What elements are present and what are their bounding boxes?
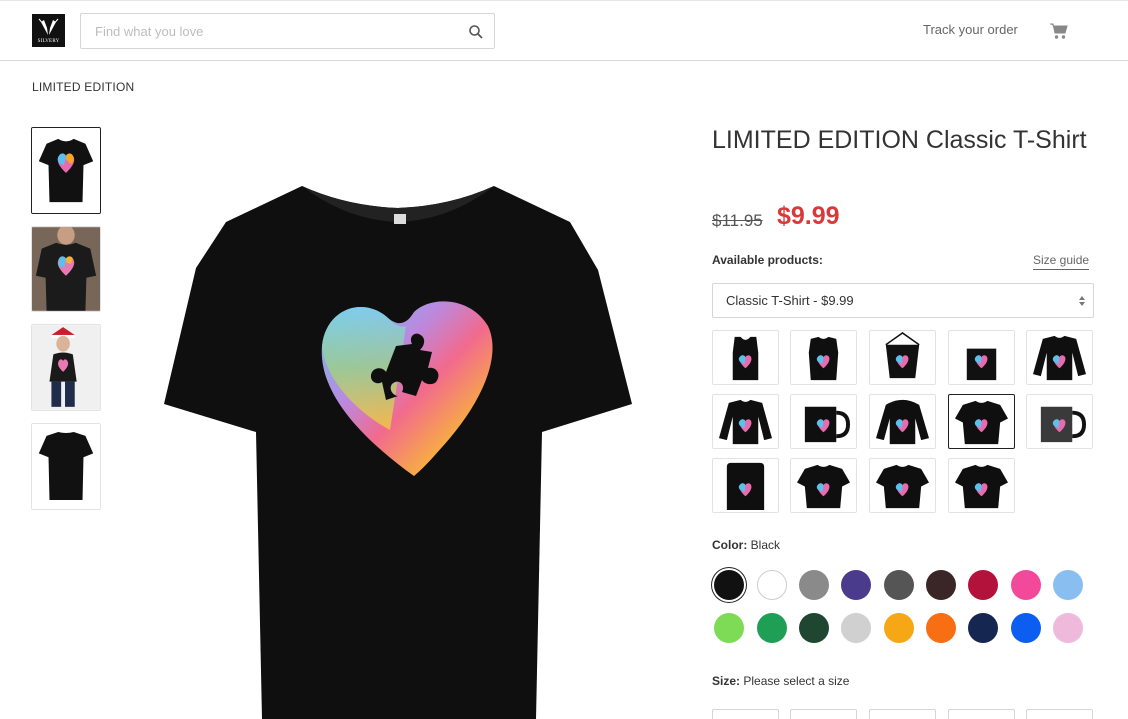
color-label: Color: Black	[712, 538, 781, 552]
product-type-tank-top[interactable]	[712, 330, 779, 385]
size-option[interactable]	[948, 709, 1015, 719]
wings-icon	[38, 18, 59, 35]
available-products-label: Available products:	[712, 253, 823, 267]
color-swatch[interactable]	[1053, 613, 1083, 643]
product-title: LIMITED EDITION Classic T-Shirt	[712, 126, 1087, 154]
gallery-thumb-model[interactable]	[31, 226, 101, 312]
color-swatch[interactable]	[1011, 613, 1041, 643]
product-type-sleeveless[interactable]	[790, 330, 857, 385]
search-input[interactable]	[81, 14, 451, 48]
product-select-value: Classic T-Shirt - $9.99	[726, 293, 854, 308]
product-type-long-sleeve[interactable]	[1026, 330, 1093, 385]
size-option[interactable]	[1026, 709, 1093, 719]
size-option[interactable]	[712, 709, 779, 719]
color-swatch[interactable]	[841, 613, 871, 643]
product-type-hoodie[interactable]	[712, 394, 779, 449]
gallery-thumb-front[interactable]	[31, 127, 101, 214]
sale-price: $9.99	[777, 202, 840, 230]
breadcrumb[interactable]: LIMITED EDITION	[32, 80, 134, 94]
product-type-color-changing-mug[interactable]	[1026, 394, 1093, 449]
search-icon[interactable]	[468, 24, 484, 40]
logo-text: SILVERY	[37, 39, 60, 44]
cart-icon[interactable]	[1049, 22, 1069, 40]
product-type-tote-bag[interactable]	[948, 330, 1015, 385]
color-swatch[interactable]	[757, 613, 787, 643]
color-swatch[interactable]	[1053, 570, 1083, 600]
size-label: Size: Please select a size	[712, 674, 850, 688]
color-swatch[interactable]	[926, 570, 956, 600]
main-product-image	[164, 186, 632, 719]
color-swatch[interactable]	[714, 570, 744, 600]
product-type-pullover-hoodie[interactable]	[869, 394, 936, 449]
product-type-classic-t-shirt[interactable]	[948, 394, 1015, 449]
size-option[interactable]	[790, 709, 857, 719]
color-swatch[interactable]	[799, 570, 829, 600]
color-swatch[interactable]	[799, 613, 829, 643]
color-swatch[interactable]	[926, 613, 956, 643]
product-type-ladies-t-shirt[interactable]	[869, 458, 936, 513]
logo[interactable]: SILVERY	[32, 14, 65, 47]
color-swatch[interactable]	[841, 570, 871, 600]
search-box	[80, 13, 495, 49]
color-swatch[interactable]	[968, 613, 998, 643]
size-guide-link[interactable]: Size guide	[1033, 253, 1090, 270]
product-type-premium-t-shirt[interactable]	[790, 458, 857, 513]
product-type-drawstring-bag[interactable]	[869, 330, 936, 385]
color-swatch[interactable]	[714, 613, 744, 643]
gallery-thumb-woman[interactable]	[31, 324, 101, 411]
color-swatch[interactable]	[884, 613, 914, 643]
product-type-phone-case[interactable]	[712, 458, 779, 513]
color-swatch[interactable]	[1011, 570, 1041, 600]
color-swatch[interactable]	[757, 570, 787, 600]
product-type-black-mug[interactable]	[790, 394, 857, 449]
color-swatch[interactable]	[968, 570, 998, 600]
gallery-thumb-back[interactable]	[31, 423, 101, 510]
original-price: $11.95	[712, 211, 763, 230]
size-option[interactable]	[869, 709, 936, 719]
product-type-v-neck[interactable]	[948, 458, 1015, 513]
product-select[interactable]: Classic T-Shirt - $9.99	[712, 283, 1094, 318]
header: SILVERY Track your order	[0, 0, 1128, 61]
track-order-link[interactable]: Track your order	[923, 22, 1018, 37]
color-swatch[interactable]	[884, 570, 914, 600]
select-arrows-icon	[1079, 296, 1085, 306]
